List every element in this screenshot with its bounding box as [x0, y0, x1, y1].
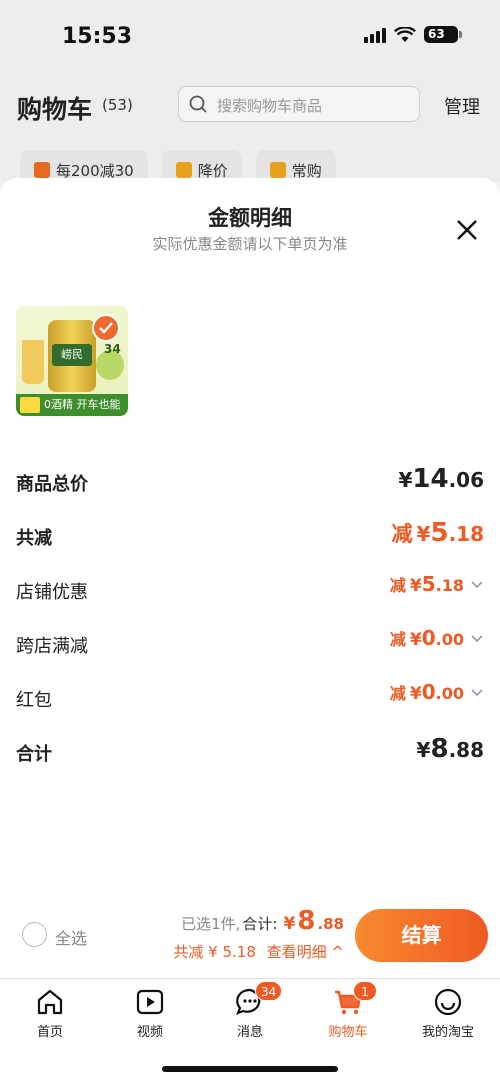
cross-store-value: 减 ¥0.00: [390, 626, 484, 650]
search-placeholder: 搜索购物车商品: [217, 97, 323, 115]
tab-home[interactable]: 首页: [10, 987, 90, 1040]
wifi-icon: [394, 26, 416, 42]
battery-icon: 63: [424, 26, 462, 43]
red-packet-value: 减 ¥0.00: [390, 680, 484, 704]
message-badge: 34: [255, 981, 283, 1001]
total-price-value: ¥14.06: [398, 464, 484, 494]
status-bar: 15:53 63: [0, 0, 500, 72]
home-indicator: [162, 1066, 338, 1072]
store-discount-value: 减 ¥5.18: [390, 572, 484, 596]
product-band: 0酒精 开车也能喝: [16, 394, 128, 416]
amount-detail-sheet: 金额明细 实际优惠金额请以下单页为准 崂民 34 0酒精 开车也能喝 商品总价 …: [0, 178, 500, 978]
video-icon: [136, 989, 164, 1015]
total-discount-label: 共减: [16, 528, 52, 549]
tab-cart[interactable]: 1 购物车: [308, 981, 388, 1040]
close-icon[interactable]: [455, 218, 479, 242]
manage-button[interactable]: 管理: [444, 93, 480, 119]
cart-count: (53): [102, 96, 133, 114]
sheet-subtitle: 实际优惠金额请以下单页为准: [152, 235, 348, 253]
chevron-down-icon[interactable]: [470, 577, 484, 591]
tag-icon: [20, 397, 40, 413]
discount-detail-line: 共减 ¥ 5.18 查看明细 ^: [173, 941, 344, 962]
product-number: 34: [104, 342, 121, 356]
sum-label: 合计: [16, 744, 52, 765]
tab-video[interactable]: 视频: [110, 987, 190, 1040]
row-total-price: 商品总价 ¥14.06: [16, 462, 484, 502]
selected-check-icon[interactable]: [92, 314, 120, 342]
signal-icon: [364, 27, 386, 43]
message-icon: 34: [235, 981, 283, 1017]
frequent-icon: [269, 162, 286, 178]
row-red-packet[interactable]: 红包 减 ¥0.00: [16, 678, 484, 718]
can-label: 崂民: [52, 344, 92, 366]
search-input[interactable]: 搜索购物车商品: [178, 86, 420, 122]
page-title: 购物车: [17, 95, 93, 124]
row-total-discount: 共减 减 ¥5.18: [16, 516, 484, 556]
red-packet-label: 红包: [16, 690, 52, 711]
store-discount-label: 店铺优惠: [16, 582, 88, 603]
view-detail-link[interactable]: 查看明细 ^: [267, 943, 344, 961]
tab-profile[interactable]: 我的淘宝: [408, 987, 488, 1040]
status-icons: 63: [364, 26, 462, 43]
discount-summary: 共减 ¥ 5.18: [173, 943, 256, 961]
row-sum: 合计 ¥8.88: [16, 732, 484, 772]
row-cross-store-discount[interactable]: 跨店满减 减 ¥0.00: [16, 624, 484, 664]
chevron-down-icon[interactable]: [470, 685, 484, 699]
tab-messages[interactable]: 34 消息: [210, 981, 290, 1040]
price-drop-icon: [175, 162, 192, 178]
total-price-label: 商品总价: [16, 474, 88, 495]
sum-value: ¥8.88: [416, 734, 484, 764]
total-discount-value: 减 ¥5.18: [391, 518, 484, 548]
status-time: 15:53: [62, 24, 133, 49]
row-store-discount[interactable]: 店铺优惠 减 ¥5.18: [16, 570, 484, 610]
beer-glass-image: [22, 340, 44, 384]
product-thumbnail[interactable]: 崂民 34 0酒精 开车也能喝: [16, 306, 128, 416]
cross-store-label: 跨店满减: [16, 636, 88, 657]
chevron-down-icon[interactable]: [470, 631, 484, 645]
checkout-summary: 已选1件, 合计: ¥ 8 .88: [181, 906, 344, 936]
cart-badge: 1: [353, 981, 377, 1001]
cart-header: 购物车 (53) 搜索购物车商品 管理 每200减30 降价 常购: [0, 72, 500, 190]
profile-icon: [434, 988, 462, 1016]
coupon-icon: [34, 162, 50, 178]
checkout-button[interactable]: 结算: [355, 909, 488, 962]
home-icon: [37, 989, 63, 1015]
select-all-radio[interactable]: [22, 922, 47, 947]
sheet-title: 金额明细: [208, 206, 292, 230]
select-all-label[interactable]: 全选: [55, 925, 87, 949]
search-icon: [189, 95, 207, 113]
cart-icon: 1: [333, 981, 377, 1017]
